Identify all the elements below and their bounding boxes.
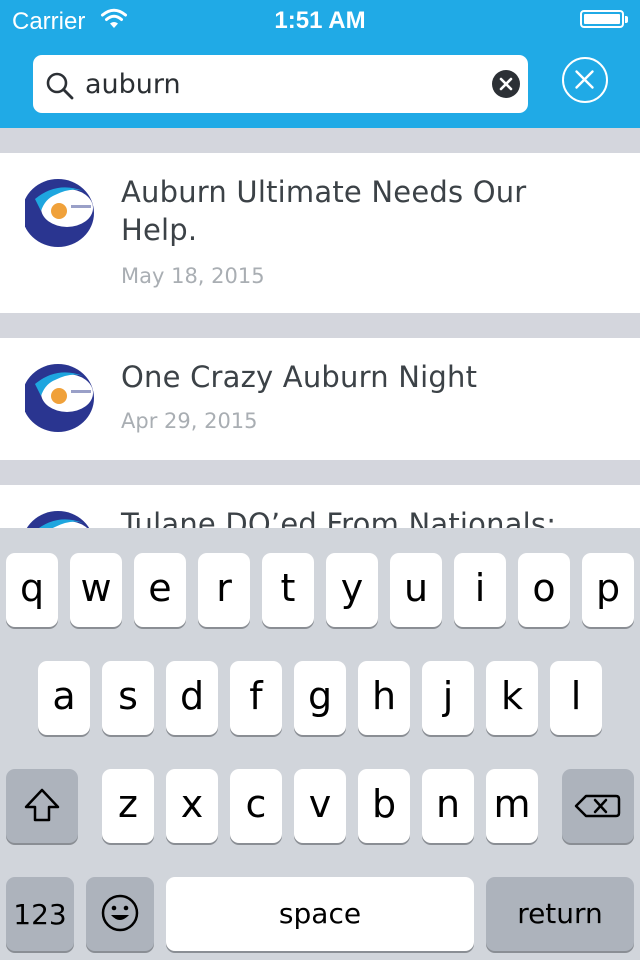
- search-field[interactable]: [33, 55, 528, 113]
- clock: 1:51 AM: [274, 7, 366, 34]
- clear-icon[interactable]: [492, 70, 520, 98]
- key-q[interactable]: q: [6, 553, 58, 627]
- key-e[interactable]: e: [134, 553, 186, 627]
- search-input[interactable]: [85, 65, 475, 103]
- space-key[interactable]: space: [166, 877, 474, 951]
- key-x[interactable]: x: [166, 769, 218, 843]
- key-v[interactable]: v: [294, 769, 346, 843]
- key-h[interactable]: h: [358, 661, 410, 735]
- delete-key[interactable]: [562, 769, 634, 843]
- key-l[interactable]: l: [550, 661, 602, 735]
- emoji-key[interactable]: [86, 877, 154, 951]
- key-f[interactable]: f: [230, 661, 282, 735]
- shift-key[interactable]: [6, 769, 78, 843]
- key-r[interactable]: r: [198, 553, 250, 627]
- key-u[interactable]: u: [390, 553, 442, 627]
- search-icon: [46, 72, 74, 100]
- key-t[interactable]: t: [262, 553, 314, 627]
- post-thumbnail: [25, 362, 95, 432]
- delete-icon: [574, 794, 621, 818]
- list-item[interactable]: One Crazy Auburn Night Apr 29, 2015: [0, 338, 640, 460]
- key-w[interactable]: w: [70, 553, 122, 627]
- key-n[interactable]: n: [422, 769, 474, 843]
- key-s[interactable]: s: [102, 661, 154, 735]
- key-c[interactable]: c: [230, 769, 282, 843]
- key-p[interactable]: p: [582, 553, 634, 627]
- battery-icon: [580, 10, 628, 28]
- post-title: Auburn Ultimate Needs Our Help.: [121, 175, 527, 247]
- status-bar: Carrier 1:51 AM: [0, 0, 640, 40]
- key-y[interactable]: y: [326, 553, 378, 627]
- cancel-icon[interactable]: [562, 57, 608, 103]
- post-title: One Crazy Auburn Night: [121, 360, 478, 394]
- post-date: May 18, 2015: [121, 264, 265, 288]
- key-d[interactable]: d: [166, 661, 218, 735]
- post-thumbnail: [25, 177, 95, 247]
- emoji-icon: [101, 894, 139, 932]
- key-j[interactable]: j: [422, 661, 474, 735]
- search-header: Carrier 1:51 AM: [0, 0, 640, 128]
- key-g[interactable]: g: [294, 661, 346, 735]
- keyboard: q w e r t y u i o p a s d f g h j k l z …: [0, 528, 640, 960]
- key-z[interactable]: z: [102, 769, 154, 843]
- key-a[interactable]: a: [38, 661, 90, 735]
- key-k[interactable]: k: [486, 661, 538, 735]
- key-i[interactable]: i: [454, 553, 506, 627]
- key-o[interactable]: o: [518, 553, 570, 627]
- numbers-key[interactable]: 123: [6, 877, 74, 951]
- key-b[interactable]: b: [358, 769, 410, 843]
- post-date: Apr 29, 2015: [121, 409, 258, 433]
- shift-icon: [24, 788, 60, 822]
- key-m[interactable]: m: [486, 769, 538, 843]
- return-key[interactable]: return: [486, 877, 634, 951]
- list-item[interactable]: Auburn Ultimate Needs Our Help. May 18, …: [0, 153, 640, 313]
